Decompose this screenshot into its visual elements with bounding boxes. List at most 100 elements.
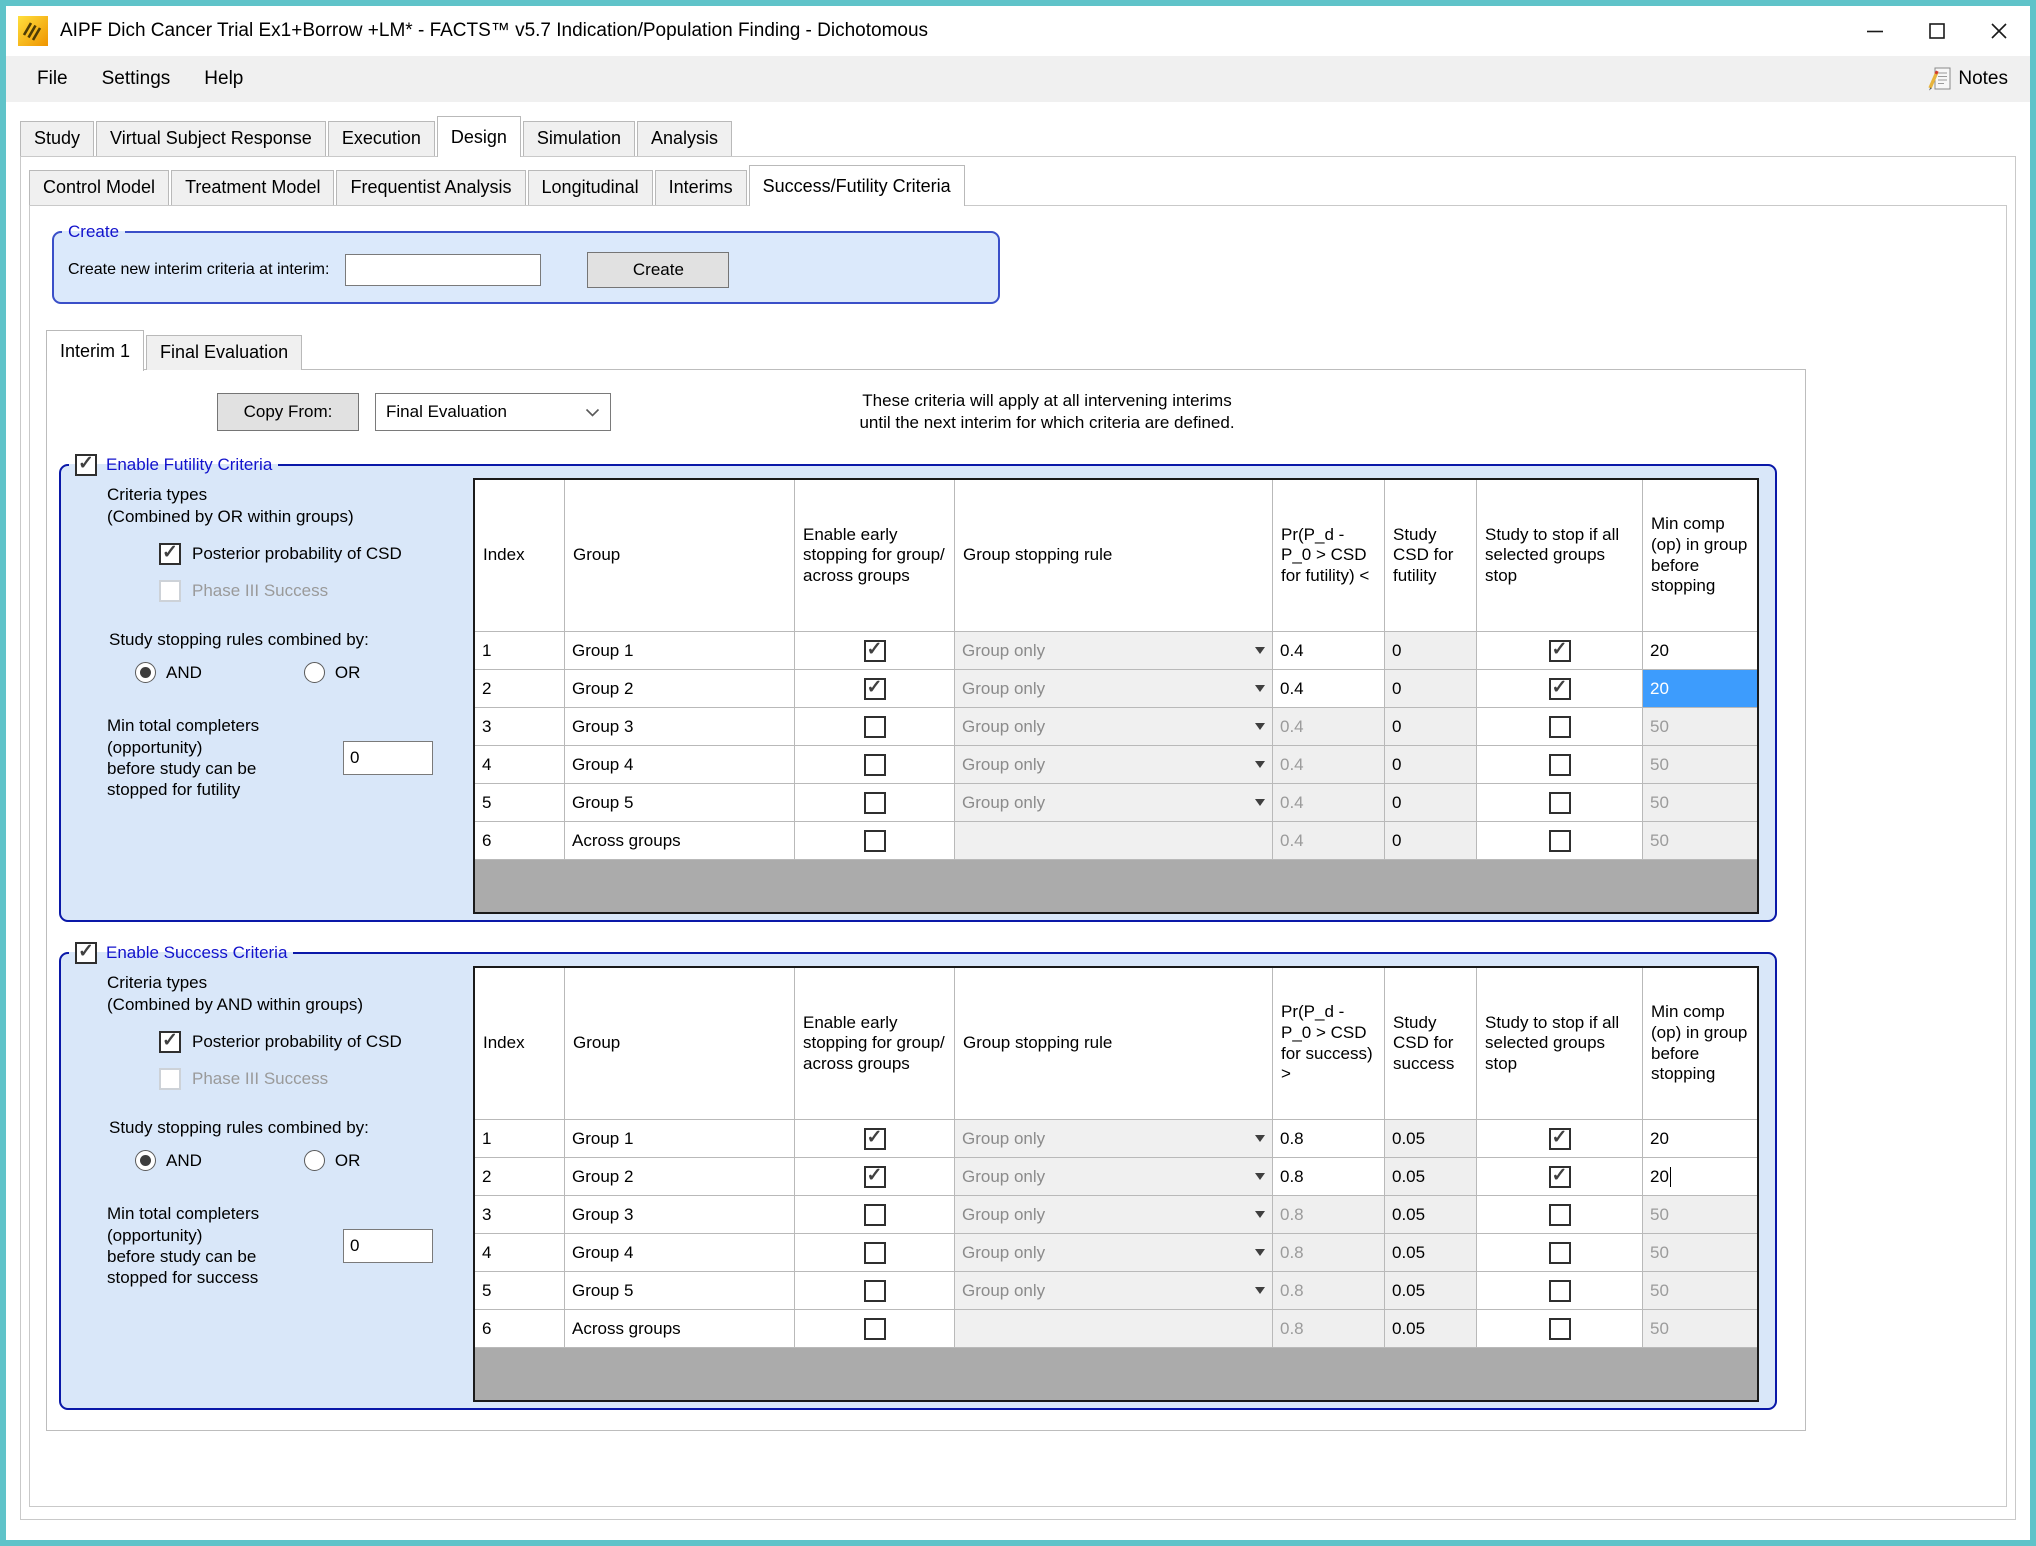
tab-longitudinal[interactable]: Longitudinal bbox=[528, 170, 653, 205]
cell-enable-early-stopping[interactable] bbox=[795, 746, 955, 784]
cell-group[interactable]: Group 3 bbox=[565, 1196, 795, 1234]
tab-virtual-subject-response[interactable]: Virtual Subject Response bbox=[96, 121, 326, 156]
cell-min-comp[interactable]: 50 bbox=[1643, 1272, 1757, 1310]
cell-group-stopping-rule[interactable]: Group only bbox=[955, 784, 1273, 822]
cell-group-stopping-rule[interactable]: Group only bbox=[955, 1158, 1273, 1196]
cell-group[interactable]: Group 1 bbox=[565, 632, 795, 670]
cell-min-comp[interactable]: 50 bbox=[1643, 708, 1757, 746]
enable-early-stopping-checkbox[interactable] bbox=[864, 792, 886, 814]
cell-study-to-stop[interactable] bbox=[1477, 1120, 1643, 1158]
create-interim-input[interactable] bbox=[345, 254, 541, 286]
cell-enable-early-stopping[interactable] bbox=[795, 784, 955, 822]
cell-study-csd[interactable]: 0 bbox=[1385, 784, 1477, 822]
cell-study-to-stop[interactable] bbox=[1477, 632, 1643, 670]
cell-pr-threshold[interactable]: 0.8 bbox=[1273, 1234, 1385, 1272]
combine-or-radio[interactable] bbox=[304, 662, 325, 683]
menu-item-file[interactable]: File bbox=[20, 62, 85, 96]
cell-group-stopping-rule[interactable]: Group only bbox=[955, 632, 1273, 670]
cell-index[interactable]: 5 bbox=[475, 1272, 565, 1310]
tab-study[interactable]: Study bbox=[20, 121, 94, 156]
tab-final-evaluation[interactable]: Final Evaluation bbox=[146, 335, 302, 370]
min-completers-input[interactable] bbox=[343, 1229, 433, 1263]
cell-study-csd[interactable]: 0.05 bbox=[1385, 1234, 1477, 1272]
copy-from-select[interactable]: Final Evaluation bbox=[375, 393, 611, 431]
study-to-stop-checkbox[interactable] bbox=[1549, 830, 1571, 852]
cell-pr-threshold[interactable]: 0.4 bbox=[1273, 746, 1385, 784]
cell-index[interactable]: 4 bbox=[475, 1234, 565, 1272]
cell-pr-threshold[interactable]: 0.8 bbox=[1273, 1120, 1385, 1158]
cell-pr-threshold[interactable]: 0.4 bbox=[1273, 708, 1385, 746]
menu-item-settings[interactable]: Settings bbox=[85, 62, 188, 96]
cell-enable-early-stopping[interactable] bbox=[795, 670, 955, 708]
cell-group[interactable]: Across groups bbox=[565, 1310, 795, 1348]
cell-min-comp[interactable]: 50 bbox=[1643, 1234, 1757, 1272]
study-to-stop-checkbox[interactable] bbox=[1549, 1166, 1571, 1188]
cell-pr-threshold[interactable]: 0.8 bbox=[1273, 1158, 1385, 1196]
cell-index[interactable]: 2 bbox=[475, 670, 565, 708]
cell-study-csd[interactable]: 0 bbox=[1385, 746, 1477, 784]
cell-study-to-stop[interactable] bbox=[1477, 1272, 1643, 1310]
study-to-stop-checkbox[interactable] bbox=[1549, 1204, 1571, 1226]
cell-min-comp[interactable]: 50 bbox=[1643, 1310, 1757, 1348]
tab-simulation[interactable]: Simulation bbox=[523, 121, 635, 156]
minimize-button[interactable] bbox=[1844, 6, 1906, 56]
cell-group-stopping-rule[interactable]: Group only bbox=[955, 746, 1273, 784]
cell-study-to-stop[interactable] bbox=[1477, 784, 1643, 822]
cell-index[interactable]: 3 bbox=[475, 1196, 565, 1234]
cell-pr-threshold[interactable]: 0.4 bbox=[1273, 670, 1385, 708]
tab-control-model[interactable]: Control Model bbox=[29, 170, 169, 205]
cell-group-stopping-rule[interactable]: Group only bbox=[955, 708, 1273, 746]
enable-early-stopping-checkbox[interactable] bbox=[864, 1128, 886, 1150]
cell-index[interactable]: 1 bbox=[475, 632, 565, 670]
cell-enable-early-stopping[interactable] bbox=[795, 1310, 955, 1348]
cell-study-csd[interactable]: 0.05 bbox=[1385, 1158, 1477, 1196]
cell-study-csd[interactable]: 0 bbox=[1385, 708, 1477, 746]
cell-index[interactable]: 5 bbox=[475, 784, 565, 822]
posterior-probability-checkbox[interactable] bbox=[159, 543, 181, 565]
study-to-stop-checkbox[interactable] bbox=[1549, 792, 1571, 814]
study-to-stop-checkbox[interactable] bbox=[1549, 678, 1571, 700]
cell-group[interactable]: Group 2 bbox=[565, 670, 795, 708]
cell-index[interactable]: 4 bbox=[475, 746, 565, 784]
cell-group[interactable]: Group 4 bbox=[565, 746, 795, 784]
cell-study-to-stop[interactable] bbox=[1477, 1310, 1643, 1348]
cell-min-comp[interactable]: 20 bbox=[1643, 1120, 1757, 1158]
cell-study-to-stop[interactable] bbox=[1477, 670, 1643, 708]
cell-min-comp[interactable]: 50 bbox=[1643, 746, 1757, 784]
enable-early-stopping-checkbox[interactable] bbox=[864, 1166, 886, 1188]
cell-pr-threshold[interactable]: 0.8 bbox=[1273, 1272, 1385, 1310]
cell-group-stopping-rule[interactable]: Group only bbox=[955, 1196, 1273, 1234]
cell-enable-early-stopping[interactable] bbox=[795, 708, 955, 746]
cell-study-csd[interactable]: 0 bbox=[1385, 632, 1477, 670]
tab-design[interactable]: Design bbox=[437, 116, 521, 157]
cell-index[interactable]: 1 bbox=[475, 1120, 565, 1158]
cell-group-stopping-rule[interactable]: Group only bbox=[955, 1120, 1273, 1158]
cell-min-comp[interactable]: 50 bbox=[1643, 784, 1757, 822]
cell-enable-early-stopping[interactable] bbox=[795, 1272, 955, 1310]
cell-study-to-stop[interactable] bbox=[1477, 746, 1643, 784]
posterior-probability-checkbox[interactable] bbox=[159, 1031, 181, 1053]
cell-group[interactable]: Group 5 bbox=[565, 784, 795, 822]
cell-enable-early-stopping[interactable] bbox=[795, 1234, 955, 1272]
copy-from-button[interactable]: Copy From: bbox=[217, 393, 359, 431]
cell-study-to-stop[interactable] bbox=[1477, 708, 1643, 746]
cell-group[interactable]: Group 4 bbox=[565, 1234, 795, 1272]
enable-early-stopping-checkbox[interactable] bbox=[864, 678, 886, 700]
enable-early-stopping-checkbox[interactable] bbox=[864, 754, 886, 776]
cell-pr-threshold[interactable]: 0.8 bbox=[1273, 1310, 1385, 1348]
study-to-stop-checkbox[interactable] bbox=[1549, 1318, 1571, 1340]
cell-index[interactable]: 2 bbox=[475, 1158, 565, 1196]
cell-study-csd[interactable]: 0.05 bbox=[1385, 1272, 1477, 1310]
cell-group[interactable]: Group 2 bbox=[565, 1158, 795, 1196]
cell-enable-early-stopping[interactable] bbox=[795, 1158, 955, 1196]
cell-index[interactable]: 3 bbox=[475, 708, 565, 746]
tab-success-futility-criteria[interactable]: Success/Futility Criteria bbox=[749, 165, 965, 206]
cell-enable-early-stopping[interactable] bbox=[795, 632, 955, 670]
enable-early-stopping-checkbox[interactable] bbox=[864, 830, 886, 852]
cell-enable-early-stopping[interactable] bbox=[795, 1196, 955, 1234]
tab-interims[interactable]: Interims bbox=[655, 170, 747, 205]
cell-index[interactable]: 6 bbox=[475, 822, 565, 860]
min-completers-input[interactable] bbox=[343, 741, 433, 775]
cell-min-comp[interactable]: 50 bbox=[1643, 822, 1757, 860]
cell-pr-threshold[interactable]: 0.4 bbox=[1273, 822, 1385, 860]
